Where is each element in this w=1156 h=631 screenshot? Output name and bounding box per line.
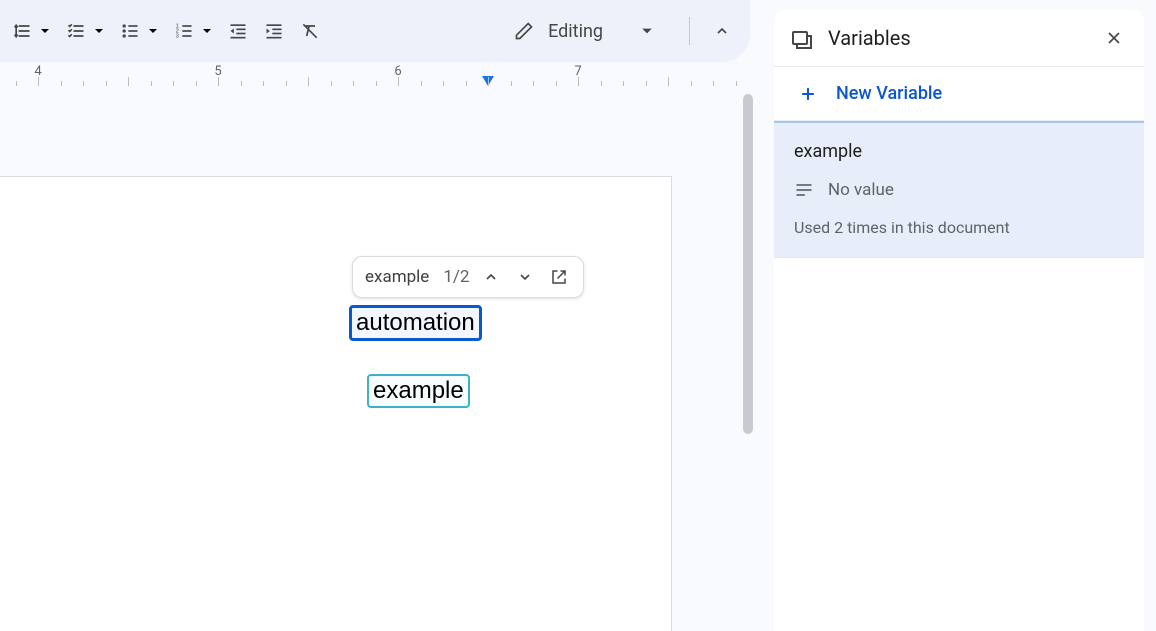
variable-entry-value-row: No value — [794, 180, 1124, 200]
sidebar-header: Variables — [774, 10, 1144, 67]
notes-icon — [794, 180, 814, 200]
variable-entry-value: No value — [828, 180, 894, 200]
scrollbar-thumb[interactable] — [743, 94, 753, 434]
toolbar: 123 Editing — [0, 0, 750, 62]
toolbar-divider — [689, 17, 690, 45]
chevron-down-icon[interactable] — [146, 26, 160, 36]
increase-indent-button[interactable] — [260, 15, 288, 47]
sidebar-title: Variables — [828, 26, 911, 50]
pencil-icon — [514, 21, 534, 41]
collapse-toolbar-button[interactable] — [702, 11, 742, 51]
checklist-button[interactable] — [62, 15, 90, 47]
chip-navigator-counter: 1/2 — [443, 267, 469, 287]
chevron-down-icon[interactable] — [38, 26, 52, 36]
variable-chip[interactable]: example — [367, 374, 470, 408]
variable-entry-name: example — [794, 141, 1124, 162]
chevron-down-icon — [641, 25, 653, 37]
ruler[interactable]: 4 5 6 7 — [0, 62, 750, 90]
variable-chip-selected[interactable]: automation — [349, 305, 482, 341]
chip-navigator-prev-button[interactable] — [479, 265, 503, 289]
bulleted-list-button[interactable] — [116, 15, 144, 47]
chip-navigator-next-button[interactable] — [513, 265, 537, 289]
close-sidebar-button[interactable] — [1104, 28, 1124, 48]
decrease-indent-button[interactable] — [224, 15, 252, 47]
editing-mode-label: Editing — [548, 21, 603, 42]
new-variable-label: New Variable — [836, 83, 942, 104]
document-page[interactable]: automation example — [0, 176, 672, 631]
line-spacing-button[interactable] — [8, 15, 36, 47]
chevron-down-icon[interactable] — [92, 26, 106, 36]
variables-icon — [790, 26, 814, 50]
variable-chip-text: automation — [356, 309, 475, 336]
variable-chip-text: example — [373, 377, 464, 404]
numbered-list-button[interactable]: 123 — [170, 15, 198, 47]
chevron-down-icon[interactable] — [200, 26, 214, 36]
plus-icon — [798, 84, 818, 104]
svg-text:3: 3 — [176, 34, 179, 40]
clear-formatting-button[interactable] — [296, 15, 324, 47]
variable-entry-usage: Used 2 times in this document — [794, 218, 1124, 237]
new-variable-button[interactable]: New Variable — [774, 67, 1144, 121]
open-in-sidebar-button[interactable] — [547, 265, 571, 289]
toolbar-group-lists: 123 — [8, 15, 324, 47]
variable-entry[interactable]: example No value Used 2 times in this do… — [774, 121, 1144, 258]
chip-navigator-toolbar: example 1/2 — [352, 256, 584, 298]
variables-sidebar: Variables New Variable example No value … — [774, 10, 1144, 631]
chip-navigator-name: example — [365, 267, 429, 287]
document-area: automation example — [0, 90, 755, 631]
editing-mode-dropdown[interactable]: Editing — [496, 13, 671, 50]
